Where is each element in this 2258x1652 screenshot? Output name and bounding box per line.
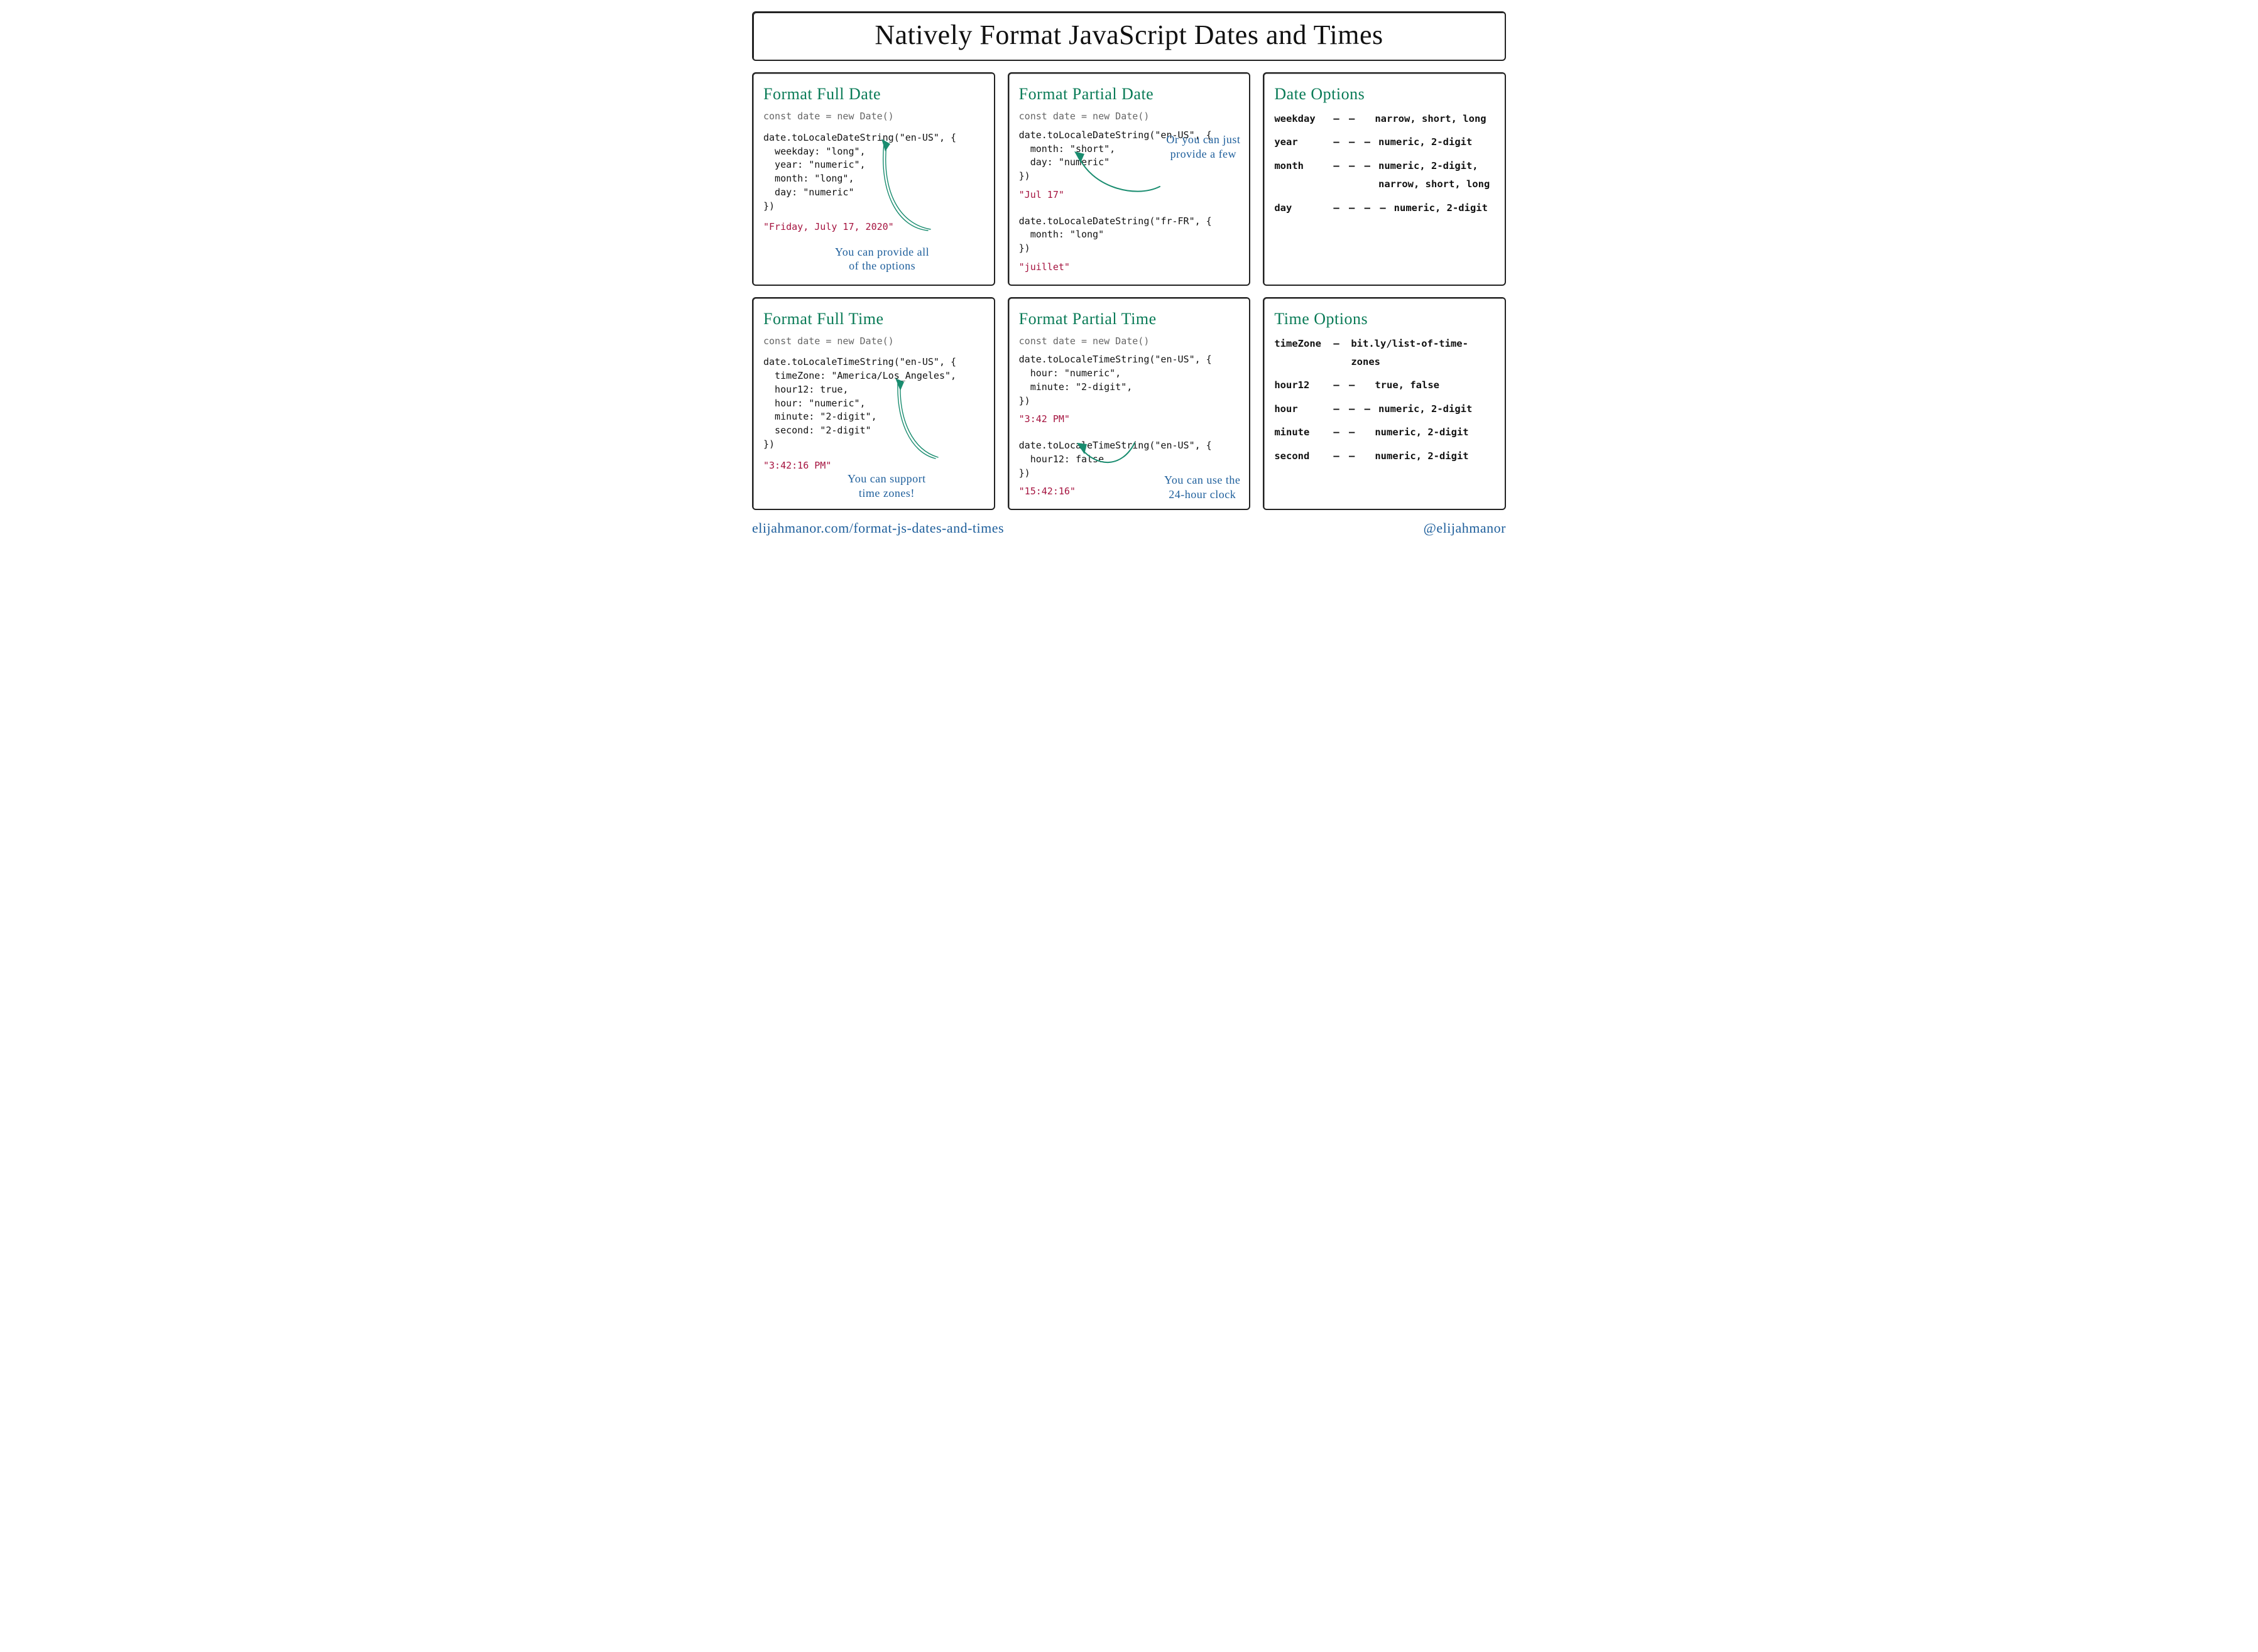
option-key: timeZone: [1274, 335, 1327, 353]
page-title: Natively Format JavaScript Dates and Tim…: [766, 19, 1492, 51]
option-dash: — —: [1333, 376, 1368, 394]
option-row: hour — — — numeric, 2-digit: [1274, 400, 1495, 418]
option-dash: — — —: [1333, 157, 1372, 175]
code-output: "juillet": [1019, 261, 1240, 274]
option-row: hour12 — — true, false: [1274, 376, 1495, 394]
option-key: hour12: [1274, 376, 1327, 394]
option-vals: numeric, 2-digit: [1375, 447, 1468, 465]
code-snippet: date.toLocaleDateString("fr-FR", { month…: [1019, 215, 1240, 256]
option-dash: —: [1333, 335, 1344, 353]
option-vals: true, false: [1375, 376, 1439, 394]
code-block: const date = new Date() date.toLocaleTim…: [763, 335, 984, 473]
options-list: weekday — — narrow, short, long year — —…: [1274, 110, 1495, 217]
card-heading: Time Options: [1274, 310, 1495, 329]
option-dash: — — — —: [1333, 199, 1387, 217]
code-output: "3:42 PM": [1019, 413, 1240, 427]
option-vals: numeric, 2-digit: [1378, 133, 1472, 151]
code-output: "Friday, July 17, 2020": [763, 220, 984, 234]
card-heading: Format Partial Date: [1019, 85, 1240, 104]
code-output: "Jul 17": [1019, 188, 1240, 202]
option-key: day: [1274, 199, 1327, 217]
option-vals: numeric, 2-digit: [1378, 400, 1472, 418]
code-snippet: date.toLocaleTimeString("en-US", { timeZ…: [763, 356, 984, 451]
annotation: You can use the 24-hour clock: [1164, 473, 1240, 501]
footer-url: elijahmanor.com/format-js-dates-and-time…: [752, 520, 1004, 536]
card-heading: Date Options: [1274, 85, 1495, 104]
card-heading: Format Full Time: [763, 310, 984, 329]
option-key: weekday: [1274, 110, 1327, 128]
card-format-full-date: Format Full Date const date = new Date()…: [752, 72, 995, 286]
card-grid: Format Full Date const date = new Date()…: [752, 72, 1506, 510]
option-dash: — — —: [1333, 400, 1372, 418]
code-output: "3:42:16 PM": [763, 459, 984, 473]
title-banner: Natively Format JavaScript Dates and Tim…: [752, 11, 1506, 61]
option-row: month — — — numeric, 2-digit, narrow, sh…: [1274, 157, 1495, 194]
option-dash: — —: [1333, 110, 1368, 128]
option-row: day — — — — numeric, 2-digit: [1274, 199, 1495, 217]
card-format-full-time: Format Full Time const date = new Date()…: [752, 297, 995, 511]
card-date-options: Date Options weekday — — narrow, short, …: [1263, 72, 1506, 286]
annotation: You can support time zones!: [848, 472, 926, 500]
option-vals: numeric, 2-digit, narrow, short, long: [1378, 157, 1490, 194]
annotation: Or you can just provide a few: [1166, 133, 1240, 161]
code-declaration: const date = new Date(): [1019, 335, 1240, 349]
option-row: second — — numeric, 2-digit: [1274, 447, 1495, 465]
card-format-partial-time: Format Partial Time const date = new Dat…: [1008, 297, 1251, 511]
footer-handle: @elijahmanor: [1424, 520, 1506, 536]
code-block: const date = new Date() date.toLocaleDat…: [763, 110, 984, 234]
option-key: month: [1274, 157, 1327, 175]
code-declaration: const date = new Date(): [763, 335, 984, 349]
option-vals: narrow, short, long: [1375, 110, 1486, 128]
option-vals: numeric, 2-digit: [1375, 423, 1468, 442]
footer: elijahmanor.com/format-js-dates-and-time…: [752, 520, 1506, 536]
code-snippet: date.toLocaleDateString("en-US", { weekd…: [763, 131, 984, 214]
option-key: second: [1274, 447, 1327, 465]
annotation: You can provide all of the options: [835, 245, 929, 273]
option-key: hour: [1274, 400, 1327, 418]
option-key: year: [1274, 133, 1327, 151]
card-heading: Format Partial Time: [1019, 310, 1240, 329]
option-dash: — — —: [1333, 133, 1372, 151]
code-declaration: const date = new Date(): [1019, 110, 1240, 124]
options-list: timeZone — bit.ly/list-of-time-zones hou…: [1274, 335, 1495, 466]
option-vals: bit.ly/list-of-time-zones: [1351, 335, 1489, 372]
option-key: minute: [1274, 423, 1327, 442]
card-time-options: Time Options timeZone — bit.ly/list-of-t…: [1263, 297, 1506, 511]
option-vals: numeric, 2-digit: [1394, 199, 1488, 217]
option-dash: — —: [1333, 423, 1368, 442]
card-format-partial-date: Format Partial Date const date = new Dat…: [1008, 72, 1251, 286]
option-row: year — — — numeric, 2-digit: [1274, 133, 1495, 151]
code-declaration: const date = new Date(): [763, 110, 984, 124]
option-row: timeZone — bit.ly/list-of-time-zones: [1274, 335, 1495, 372]
option-dash: — —: [1333, 447, 1368, 465]
card-heading: Format Full Date: [763, 85, 984, 104]
code-snippet: date.toLocaleTimeString("en-US", { hour:…: [1019, 353, 1240, 408]
option-row: minute — — numeric, 2-digit: [1274, 423, 1495, 442]
option-row: weekday — — narrow, short, long: [1274, 110, 1495, 128]
